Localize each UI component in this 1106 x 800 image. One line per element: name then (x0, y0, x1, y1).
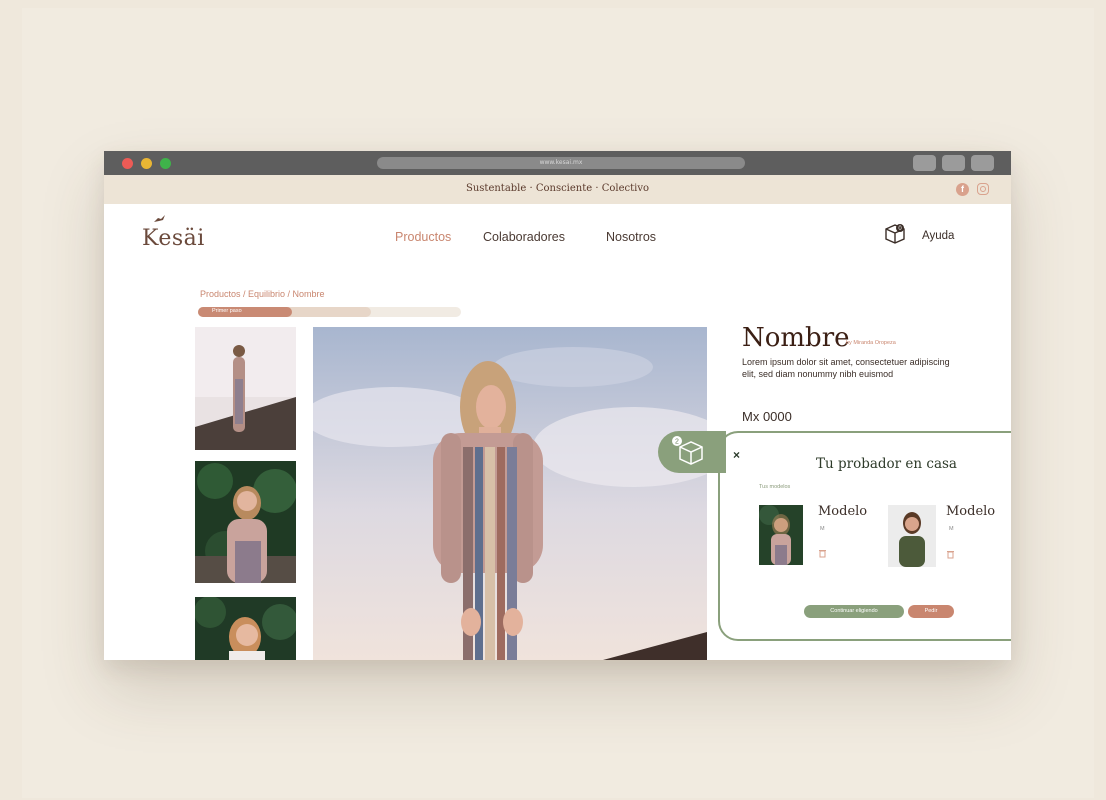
help-link[interactable]: Ayuda (922, 230, 954, 242)
bird-logo-icon (154, 215, 165, 222)
model-name: Modelo (818, 504, 868, 519)
box-icon: 2 (672, 436, 703, 465)
order-button[interactable]: Pedir (908, 605, 954, 618)
model-name: Modelo (946, 504, 996, 519)
instagram-icon[interactable] (977, 183, 989, 195)
product-thumbnail[interactable] (195, 461, 296, 583)
browser-control-button[interactable] (913, 155, 936, 171)
minimize-window-button[interactable] (141, 158, 152, 169)
model-image (888, 505, 936, 567)
model-image (759, 505, 803, 565)
progress-label: Primer paso (212, 308, 242, 314)
url-bar[interactable]: www.kesai.mx (377, 157, 745, 169)
close-window-button[interactable] (122, 158, 133, 169)
product-price: Mx 0000 (742, 409, 792, 424)
trash-icon[interactable] (818, 548, 827, 558)
nav-productos[interactable]: Productos (395, 230, 451, 244)
panel-badge-count: 2 (675, 439, 679, 446)
breadcrumb[interactable]: Productos / Equilibrio / Nombre (200, 289, 325, 299)
product-thumbnail[interactable] (195, 597, 296, 660)
maximize-window-button[interactable] (160, 158, 171, 169)
brand-logo[interactable]: Kesäi (142, 226, 205, 251)
trash-icon[interactable] (946, 549, 955, 559)
tagline: Sustentable · Consciente · Colectivo (466, 183, 649, 194)
facebook-icon[interactable]: f (956, 183, 969, 196)
panel-title: Tu probador en casa (816, 456, 957, 472)
product-name: Nombre (742, 323, 850, 353)
model-size: M (949, 526, 954, 532)
nav-colaboradores[interactable]: Colaboradores (483, 230, 565, 244)
product-thumbnail[interactable] (195, 327, 296, 450)
product-designer[interactable]: by Miranda Oropeza (846, 340, 896, 346)
box-cart-icon[interactable]: 0 (883, 221, 907, 245)
step-progress-bar: Primer paso (198, 307, 461, 317)
browser-titlebar: www.kesai.mx (104, 151, 1011, 175)
panel-subtitle: Tus modelos (759, 484, 791, 490)
try-at-home-tab[interactable]: 2 (658, 431, 726, 473)
nav-nosotros[interactable]: Nosotros (606, 230, 656, 244)
browser-window: www.kesai.mx Sustentable · Consciente · … (104, 151, 1011, 660)
browser-control-button[interactable] (971, 155, 994, 171)
model-size: M (820, 526, 825, 532)
announcement-bar: Sustentable · Consciente · Colectivo f (104, 175, 1011, 204)
product-main-image (313, 327, 707, 660)
browser-control-button[interactable] (942, 155, 965, 171)
progress-fill: Primer paso (198, 307, 292, 317)
continue-shopping-button[interactable]: Continuar eligiendo (804, 605, 904, 618)
product-description: Lorem ipsum dolor sit amet, consectetuer… (742, 357, 950, 379)
close-panel-button[interactable]: × (733, 448, 740, 462)
